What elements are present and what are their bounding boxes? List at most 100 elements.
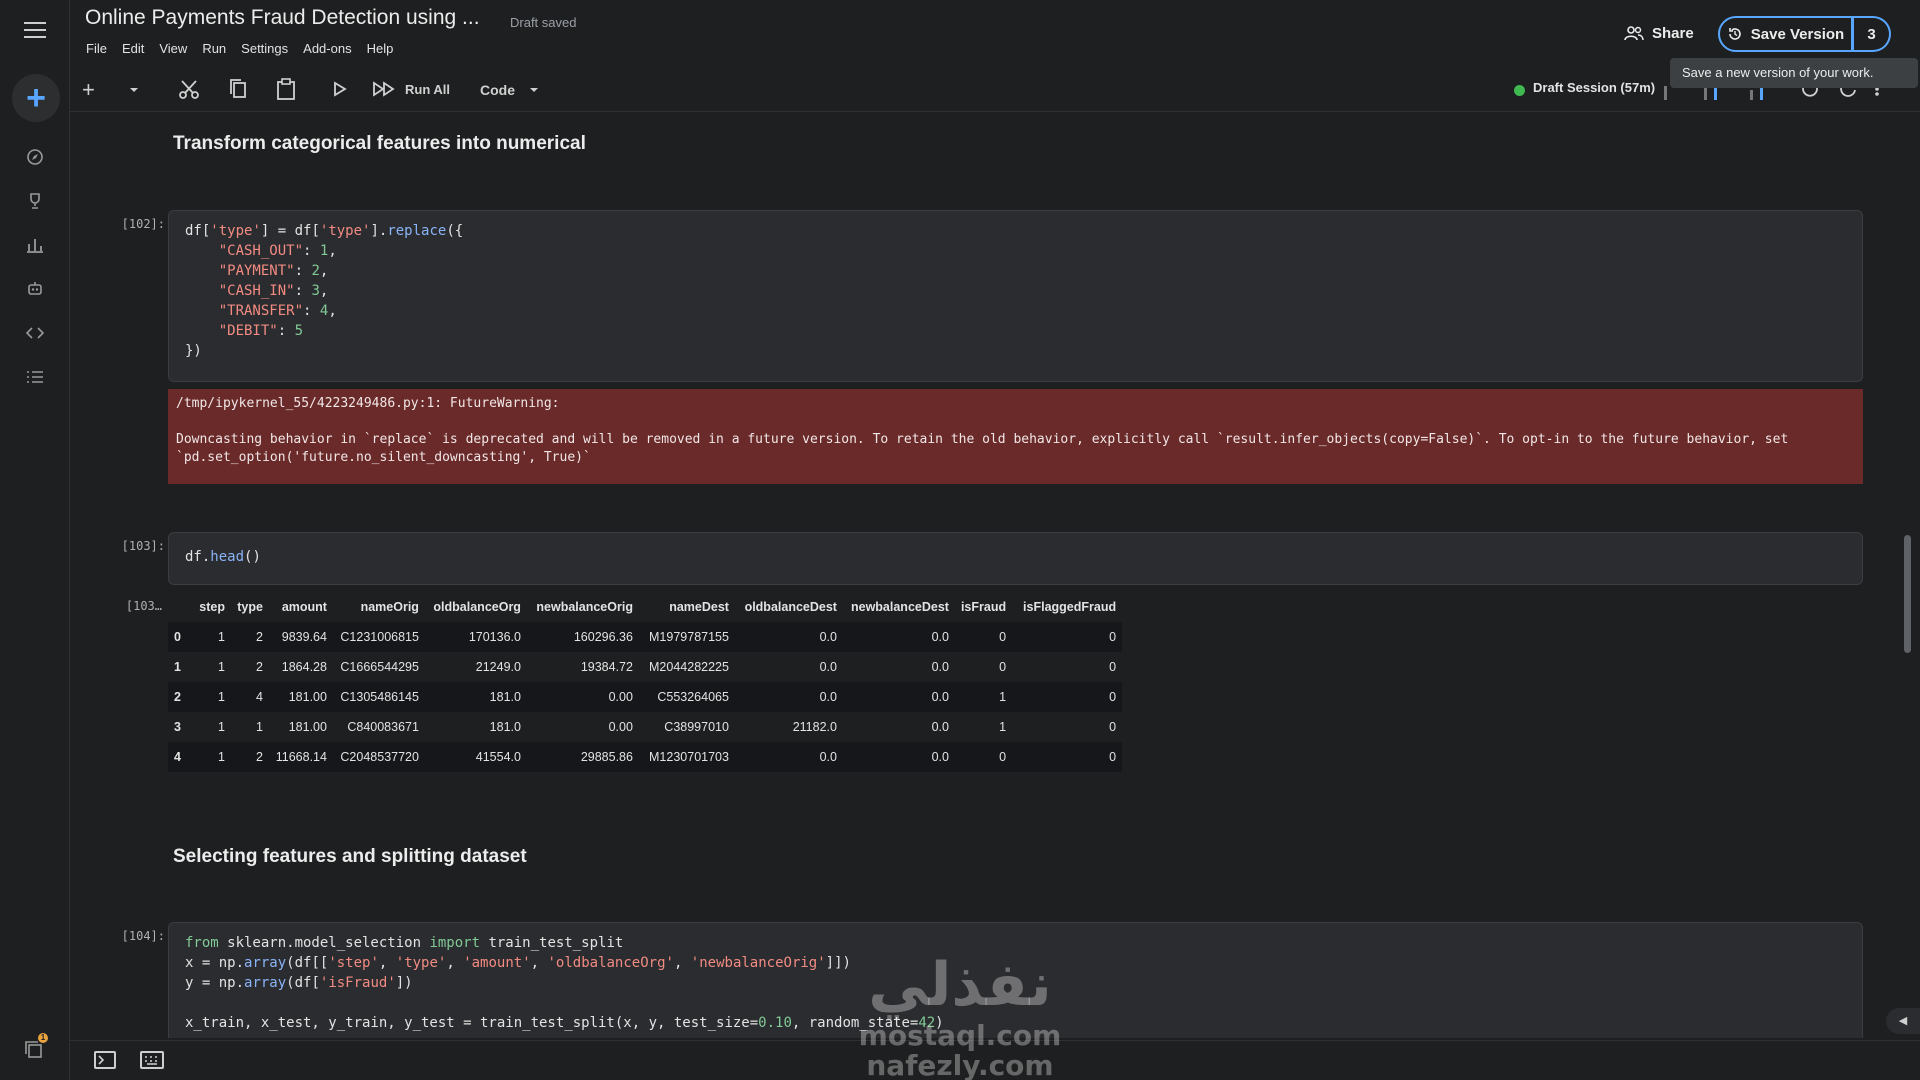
table-header: isFlaggedFraud [1023,600,1117,614]
notifications-icon[interactable] [24,1040,46,1062]
session-status[interactable]: Draft Session (57m) [1533,80,1655,95]
table-cell: 2 [256,630,263,644]
add-cell-icon[interactable]: + [82,78,95,102]
table-cell: 21249.0 [475,660,521,674]
notebook-content: Transform categorical features into nume… [70,113,1870,1038]
compass-icon[interactable] [25,148,45,168]
list-icon[interactable] [25,368,45,388]
table-cell: C840083671 [347,720,419,734]
table-cell: 0 [999,630,1007,644]
menu-view[interactable]: View [159,41,187,56]
table-cell: C1305486145 [340,690,419,704]
share-button[interactable]: Share [1624,18,1694,48]
table-cell: 1 [256,720,263,734]
paste-icon[interactable] [276,78,296,102]
table-cell: 1 [218,630,225,644]
table-cell: 11668.14 [275,750,327,764]
vertical-scrollbar[interactable] [1904,535,1911,653]
table-cell: 1 [999,690,1007,704]
cell-type-dropdown-icon[interactable] [528,78,540,102]
console-icon[interactable] [94,1051,116,1069]
table-cell: C1231006815 [340,630,419,644]
menu-edit[interactable]: Edit [122,41,144,56]
table-cell: 170136.0 [468,630,521,644]
table-cell: 0.0 [931,660,949,674]
table-cell: 0 [1109,630,1117,644]
keyboard-icon[interactable] [140,1051,164,1069]
output-prompt-103: [103… [125,599,162,613]
table-cell: 2 [256,750,263,764]
table-cell: 1 [218,750,225,764]
run-all-button[interactable]: Run All [405,78,450,102]
header: Online Payments Fraud Detection using ..… [70,0,1920,66]
table-row: 1 1 2 1864.28 C1666544295 21249.0 19384.… [168,652,1123,682]
menu-icon[interactable] [24,22,46,38]
share-label: Share [1652,24,1694,42]
menu-add-ons[interactable]: Add-ons [303,41,351,56]
table-header: amount [281,600,327,614]
toolbar: + Run All Code Draft Session (57m) [70,70,1920,112]
code-line: df.head() [185,549,261,565]
models-icon[interactable] [25,280,45,300]
code-line: x = np.array(df[['step', 'type', 'amount… [185,955,851,971]
table-cell: 0.00 [608,690,633,704]
table-cell: C1666544295 [340,660,419,674]
cut-icon[interactable] [178,78,200,102]
code-line: from sklearn.model_selection import trai… [185,935,624,951]
version-count-button[interactable]: 3 [1853,16,1891,52]
table-cell: 0.0 [931,750,949,764]
run-cell-icon[interactable] [332,78,348,102]
table-cell: 4 [174,750,181,764]
code-cell-104[interactable]: from sklearn.model_selection import trai… [168,922,1863,1038]
datasets-icon[interactable] [25,236,45,256]
markdown-heading-splitting[interactable]: Selecting features and splitting dataset [173,846,527,868]
table-cell: 1864.28 [281,660,327,674]
table-cell: 0.0 [931,720,949,734]
table-cell: 0 [1109,750,1117,764]
table-cell: 21182.0 [792,720,837,734]
table-cell: 0 [174,630,181,644]
code-cell-102[interactable]: df['type'] = df['type'].replace({ "CASH_… [168,210,1863,382]
table-header: newbalanceOrig [536,600,633,614]
table-cell: 0 [1109,720,1117,734]
table-cell: 1 [218,690,225,704]
table-cell: 0 [999,660,1007,674]
table-row: 3 1 1 181.00 C840083671 181.0 0.00 C3899… [168,712,1123,742]
people-icon [1624,26,1644,41]
table-row: 2 1 4 181.00 C1305486145 181.0 0.00 C553… [168,682,1123,712]
table-cell: 0.0 [819,690,837,704]
table-cell: M2044282225 [649,660,729,674]
notebook-title[interactable]: Online Payments Fraud Detection using ..… [85,6,480,30]
run-all-icon[interactable] [372,78,396,102]
session-status-dot [1514,85,1525,96]
save-status: Draft saved [510,15,577,30]
table-cell: 0.0 [931,690,949,704]
table-header: oldbalanceOrg [433,600,521,614]
create-button[interactable]: + [12,74,60,122]
add-cell-dropdown-icon[interactable] [128,78,140,102]
table-cell: 3 [174,720,181,734]
markdown-heading-transform[interactable]: Transform categorical features into nume… [173,133,586,155]
code-cell-103[interactable]: df.head() [168,532,1863,585]
table-cell: 2 [256,660,263,674]
save-version-label: Save Version [1750,25,1845,43]
history-icon [1728,28,1741,40]
table-cell: 0 [999,750,1007,764]
menu-help[interactable]: Help [367,41,394,56]
table-cell: 0.00 [608,720,633,734]
code-icon[interactable] [25,324,45,344]
notification-badge: 1 [38,1033,48,1043]
cell-prompt-102: [102]: [121,217,165,231]
menu-settings[interactable]: Settings [241,41,288,56]
save-version-button[interactable]: Save Version [1718,16,1853,52]
menu-bar: File Edit View Run Settings Add-ons Help [86,41,408,56]
table-cell: 29885.86 [580,750,633,764]
cell-type-select[interactable]: Code [480,78,515,102]
collapse-panel-button[interactable]: ◀ [1886,1008,1920,1034]
menu-run[interactable]: Run [202,41,226,56]
copy-icon[interactable] [228,78,248,102]
table-header [168,592,187,622]
trophy-icon[interactable] [25,192,45,212]
table-cell: 4 [256,690,263,704]
menu-file[interactable]: File [86,41,107,56]
